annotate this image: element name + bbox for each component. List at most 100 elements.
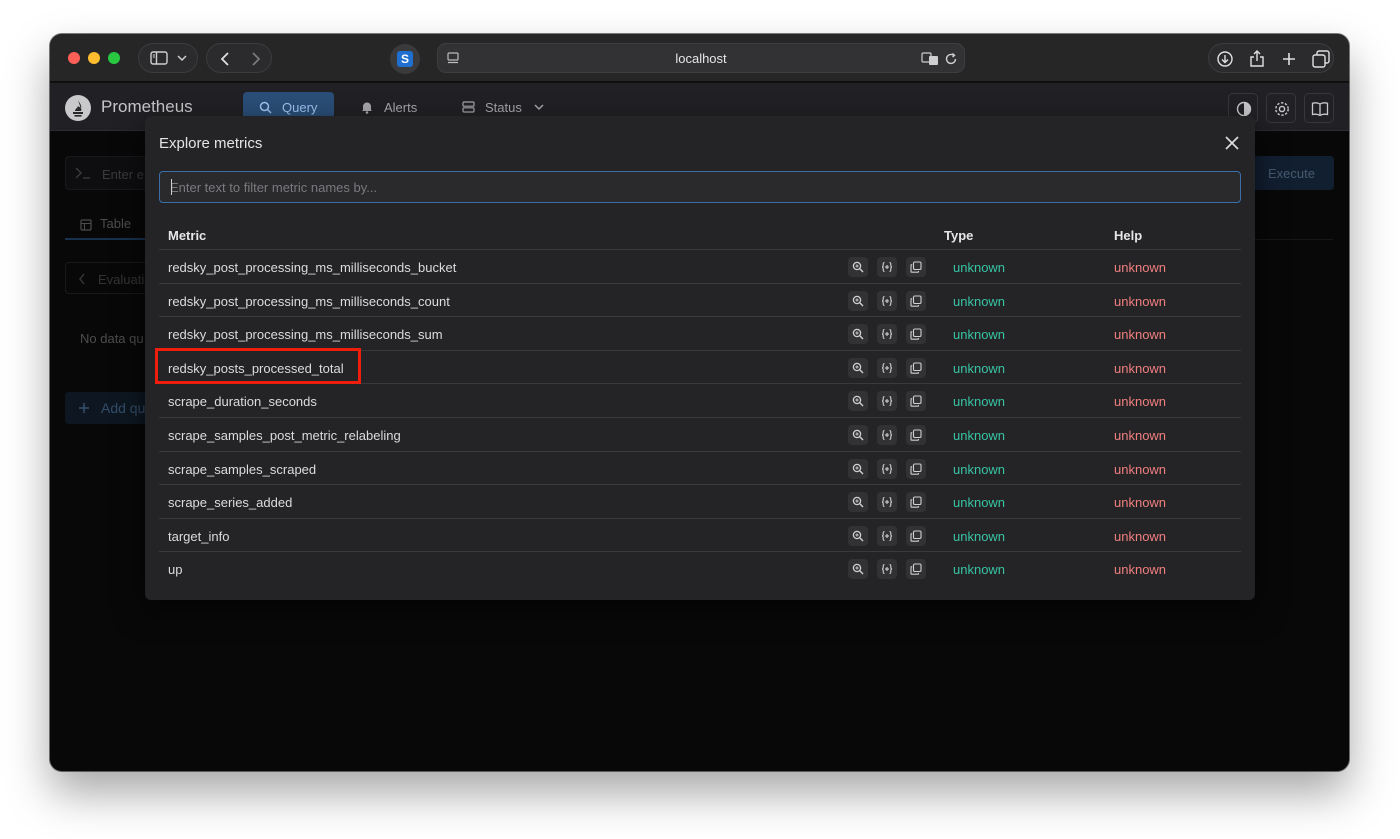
minimize-window-button[interactable] [88,52,100,64]
extension-button[interactable]: S [390,44,420,74]
explore-metric-button[interactable] [848,257,868,277]
copy-metric-button[interactable] [906,458,926,479]
toolbar-actions [1208,43,1334,73]
metric-help: unknown [1114,293,1167,309]
insert-metric-button[interactable] [877,424,897,445]
metric-name: scrape_samples_post_metric_relabeling [168,427,401,443]
translate-icon[interactable] [921,52,939,66]
copy-metric-button[interactable] [906,525,926,546]
forward-icon[interactable] [251,51,261,67]
zoom-icon [852,564,864,575]
copy-metric-button[interactable] [906,324,926,345]
metrics-table: Metric Type Help redsky_post_processing_… [155,216,1241,586]
zoom-icon [852,496,864,508]
table-row: up unknown unknown [159,552,1241,586]
address-bar[interactable]: localhost [437,43,965,73]
prometheus-logo [65,95,91,121]
docs-button[interactable] [1304,93,1334,123]
insert-metric-button[interactable] [877,559,897,580]
chevron-down-icon [534,104,544,111]
modal-title: Explore metrics [159,135,263,152]
table-row: redsky_post_processing_ms_milliseconds_b… [159,250,1241,284]
back-icon[interactable] [220,51,230,67]
copy-metric-button[interactable] [906,424,926,445]
copy-metric-button[interactable] [906,391,926,412]
highlight-box [155,347,361,384]
copy-metric-button[interactable] [906,559,926,580]
sidebar-toggle-button[interactable] [138,43,198,73]
braces-insert-icon [881,329,893,340]
nav-tab-alerts-label: Alerts [384,100,418,115]
extension-s-icon: S [397,51,413,67]
insert-metric-button[interactable] [877,525,897,546]
explore-metric-button[interactable] [848,391,868,412]
reload-icon[interactable] [944,52,958,66]
table-row: scrape_samples_post_metric_relabeling unk… [159,418,1241,452]
metric-type: unknown [953,327,1006,343]
explore-metric-button[interactable] [848,357,868,378]
braces-insert-icon [881,463,893,474]
explore-metric-button[interactable] [848,424,868,445]
metric-help: unknown [1114,495,1167,511]
metric-name: target_info [168,528,230,544]
explore-metric-button[interactable] [848,559,868,580]
share-icon[interactable] [1249,49,1265,68]
metric-name: redsky_post_processing_ms_milliseconds_b… [168,260,457,275]
metric-filter-input[interactable] [159,171,1241,203]
copy-icon [910,563,922,576]
metric-type: unknown [953,360,1006,376]
zoom-icon [852,530,864,542]
insert-metric-button[interactable] [877,324,897,345]
nav-tab-query-label: Query [282,100,318,115]
column-header-help: Help [1114,228,1143,243]
explore-metric-button[interactable] [848,492,868,513]
braces-insert-icon [881,429,893,441]
table-body: redsky_post_processing_ms_milliseconds_b… [155,250,1241,586]
settings-button[interactable] [1266,93,1296,123]
insert-metric-button[interactable] [877,391,897,412]
insert-metric-button[interactable] [877,357,897,378]
contrast-icon [1236,101,1252,117]
zoom-icon [852,429,864,441]
app-brand: Prometheus [101,97,193,116]
zoom-icon [852,328,864,340]
metric-help: unknown [1114,528,1167,544]
explore-metric-button[interactable] [848,525,868,546]
metric-name: redsky_post_processing_ms_milliseconds_s… [168,327,443,343]
copy-metric-button[interactable] [906,257,926,277]
metric-type: unknown [953,461,1006,477]
insert-metric-button[interactable] [877,290,897,311]
explore-metric-button[interactable] [848,324,868,345]
close-window-button[interactable] [68,52,80,64]
explore-metric-button[interactable] [848,290,868,311]
tab-overview-icon[interactable] [1312,50,1330,68]
insert-metric-button[interactable] [877,492,897,513]
metric-type: unknown [953,427,1006,443]
history-nav [206,43,272,73]
bell-icon [362,102,372,114]
copy-metric-button[interactable] [906,492,926,513]
copy-metric-button[interactable] [906,357,926,378]
metric-help: unknown [1114,562,1167,578]
new-tab-icon[interactable] [1281,51,1297,67]
explore-metric-button[interactable] [848,458,868,479]
copy-icon [910,530,922,542]
close-icon[interactable] [1223,134,1241,152]
copy-icon [910,496,922,508]
zoom-icon [852,396,864,407]
metric-help: unknown [1114,327,1167,343]
insert-metric-button[interactable] [877,458,897,479]
explore-metrics-modal: Explore metrics Metric Type Help redsky_… [145,116,1255,600]
zoom-window-button[interactable] [108,52,120,64]
download-icon[interactable] [1216,50,1234,68]
insert-metric-button[interactable] [877,257,897,277]
copy-icon [910,429,922,441]
metric-name: scrape_duration_seconds [168,394,317,410]
copy-metric-button[interactable] [906,290,926,311]
table-row: target_info unknown unknown [159,519,1241,553]
metric-type: unknown [953,293,1006,309]
metric-help: unknown [1114,360,1167,376]
metric-name: scrape_series_added [168,495,293,511]
browser-window: S localhost Prometheus Query Alerts Stat… [50,34,1349,771]
braces-insert-icon [881,261,893,273]
